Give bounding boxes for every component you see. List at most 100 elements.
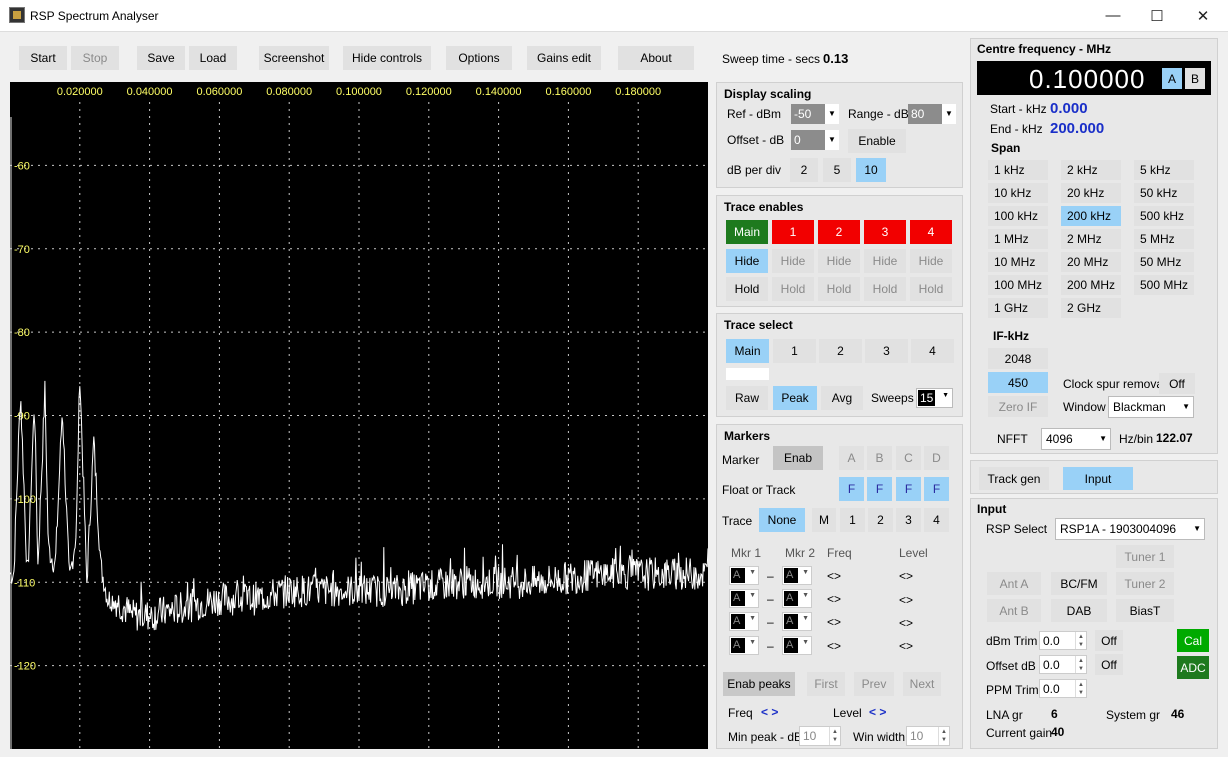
marker-trace-4[interactable]: 4 [924, 508, 949, 532]
min-peak-spinner[interactable]: 10 ▲ ▼ [799, 726, 841, 746]
dbm-trim-spinner[interactable]: 0.0 ▲ ▼ [1039, 631, 1087, 650]
mkr1-select-row1[interactable]: A ▼ [729, 566, 759, 585]
hide-2-button[interactable]: Hide [818, 249, 860, 273]
hide-1-button[interactable]: Hide [772, 249, 814, 273]
mkr2-select-row3[interactable]: A ▼ [782, 612, 812, 631]
trace-select-4[interactable]: 4 [911, 339, 954, 363]
ant-b-button[interactable]: Ant B [987, 599, 1041, 622]
mkr2-select-row4[interactable]: A ▼ [782, 636, 812, 655]
span-button-200-khz[interactable]: 200 kHz [1061, 206, 1121, 226]
marker-a-button[interactable]: A [839, 446, 864, 470]
float-track-a[interactable]: F [839, 477, 864, 501]
trace-enable-2[interactable]: 2 [818, 220, 860, 244]
trace-enable-3[interactable]: 3 [864, 220, 906, 244]
float-track-b[interactable]: F [867, 477, 892, 501]
dab-button[interactable]: DAB [1051, 599, 1107, 622]
span-button-5-mhz[interactable]: 5 MHz [1134, 229, 1194, 249]
hide-main-button[interactable]: Hide [726, 249, 768, 273]
prev-peak-button[interactable]: Prev [854, 672, 894, 696]
span-button-5-khz[interactable]: 5 kHz [1134, 160, 1194, 180]
mkr2-select-row1[interactable]: A ▼ [782, 566, 812, 585]
marker-trace-2[interactable]: 2 [868, 508, 893, 532]
options-button[interactable]: Options [446, 46, 512, 70]
frequency-display[interactable]: 0.100000 A B [977, 61, 1211, 95]
trace-select-main[interactable]: Main [726, 339, 769, 363]
float-track-d[interactable]: F [924, 477, 949, 501]
zero-if-button[interactable]: Zero IF [988, 396, 1048, 417]
mkr1-select-row4[interactable]: A ▼ [729, 636, 759, 655]
vfo-a-button[interactable]: A [1162, 68, 1182, 89]
span-button-500-mhz[interactable]: 500 MHz [1134, 275, 1194, 295]
load-button[interactable]: Load [189, 46, 237, 70]
marker-c-button[interactable]: C [896, 446, 921, 470]
marker-trace-m[interactable]: M [812, 508, 836, 532]
mkr2-select-row2[interactable]: A ▼ [782, 589, 812, 608]
db-div-2-button[interactable]: 2 [790, 158, 818, 182]
span-button-50-khz[interactable]: 50 kHz [1134, 183, 1194, 203]
vfo-b-button[interactable]: B [1185, 68, 1205, 89]
adc-button[interactable]: ADC [1177, 656, 1209, 679]
hide-controls-button[interactable]: Hide controls [343, 46, 431, 70]
win-width-spinner[interactable]: 10 ▲ ▼ [906, 726, 950, 746]
marker-d-button[interactable]: D [924, 446, 949, 470]
marker-trace-none[interactable]: None [759, 508, 805, 532]
clock-spur-toggle[interactable]: Off [1159, 373, 1195, 394]
bcfm-button[interactable]: BC/FM [1051, 572, 1107, 595]
tab-input[interactable]: Input [1063, 467, 1133, 490]
ppm-trim-spinner[interactable]: 0.0 ▲ ▼ [1039, 679, 1087, 698]
trace-enable-1[interactable]: 1 [772, 220, 814, 244]
minimize-button[interactable]: — [1090, 0, 1136, 31]
if-450-button[interactable]: 450 [988, 372, 1048, 393]
span-button-500-khz[interactable]: 500 kHz [1134, 206, 1194, 226]
span-button-10-mhz[interactable]: 10 MHz [988, 252, 1048, 272]
span-button-1-mhz[interactable]: 1 MHz [988, 229, 1048, 249]
enable-button[interactable]: Enable [848, 129, 906, 153]
span-button-2-ghz[interactable]: 2 GHz [1061, 298, 1121, 318]
span-button-100-mhz[interactable]: 100 MHz [988, 275, 1048, 295]
span-button-20-khz[interactable]: 20 kHz [1061, 183, 1121, 203]
hide-3-button[interactable]: Hide [864, 249, 906, 273]
span-button-200-mhz[interactable]: 200 MHz [1061, 275, 1121, 295]
sweeps-select[interactable]: 15 ▼ [916, 388, 953, 408]
trace-select-2[interactable]: 2 [819, 339, 862, 363]
about-button[interactable]: About [618, 46, 694, 70]
span-button-2-mhz[interactable]: 2 MHz [1061, 229, 1121, 249]
dbm-trim-off-button[interactable]: Off [1095, 630, 1123, 651]
marker-b-button[interactable]: B [867, 446, 892, 470]
offset-db-spinner[interactable]: 0.0 ▲ ▼ [1039, 655, 1087, 674]
tab-track-gen[interactable]: Track gen [979, 467, 1049, 490]
offset-db-select[interactable]: 0 ▼ [791, 130, 839, 150]
db-div-5-button[interactable]: 5 [823, 158, 851, 182]
span-button-50-mhz[interactable]: 50 MHz [1134, 252, 1194, 272]
marker-trace-1[interactable]: 1 [840, 508, 865, 532]
hold-3-button[interactable]: Hold [864, 277, 906, 301]
stop-button[interactable]: Stop [71, 46, 119, 70]
trace-enable-4[interactable]: 4 [910, 220, 952, 244]
biast-button[interactable]: BiasT [1116, 599, 1174, 622]
cal-button[interactable]: Cal [1177, 629, 1209, 652]
trace-select-3[interactable]: 3 [865, 339, 908, 363]
trace-enable-main[interactable]: Main [726, 220, 768, 244]
ref-dbm-select[interactable]: -50 ▼ [791, 104, 839, 124]
nfft-select[interactable]: 4096 ▼ [1041, 428, 1111, 450]
db-div-10-button[interactable]: 10 [856, 158, 886, 182]
span-button-100-khz[interactable]: 100 kHz [988, 206, 1048, 226]
tuner-1-button[interactable]: Tuner 1 [1116, 545, 1174, 568]
window-select[interactable]: Blackman ▼ [1108, 396, 1194, 418]
hold-main-button[interactable]: Hold [726, 277, 768, 301]
peak-button[interactable]: Peak [773, 386, 817, 410]
gains-edit-button[interactable]: Gains edit [527, 46, 601, 70]
screenshot-button[interactable]: Screenshot [259, 46, 329, 70]
span-button-20-mhz[interactable]: 20 MHz [1061, 252, 1121, 272]
enab-peaks-button[interactable]: Enab peaks [723, 672, 795, 696]
tuner-2-button[interactable]: Tuner 2 [1116, 572, 1174, 595]
close-button[interactable]: ✕ [1180, 0, 1226, 31]
save-button[interactable]: Save [137, 46, 185, 70]
mkr1-select-row2[interactable]: A ▼ [729, 589, 759, 608]
hide-4-button[interactable]: Hide [910, 249, 952, 273]
span-button-1-khz[interactable]: 1 kHz [988, 160, 1048, 180]
span-button-2-khz[interactable]: 2 kHz [1061, 160, 1121, 180]
avg-button[interactable]: Avg [821, 386, 863, 410]
hold-4-button[interactable]: Hold [910, 277, 952, 301]
span-button-1-ghz[interactable]: 1 GHz [988, 298, 1048, 318]
